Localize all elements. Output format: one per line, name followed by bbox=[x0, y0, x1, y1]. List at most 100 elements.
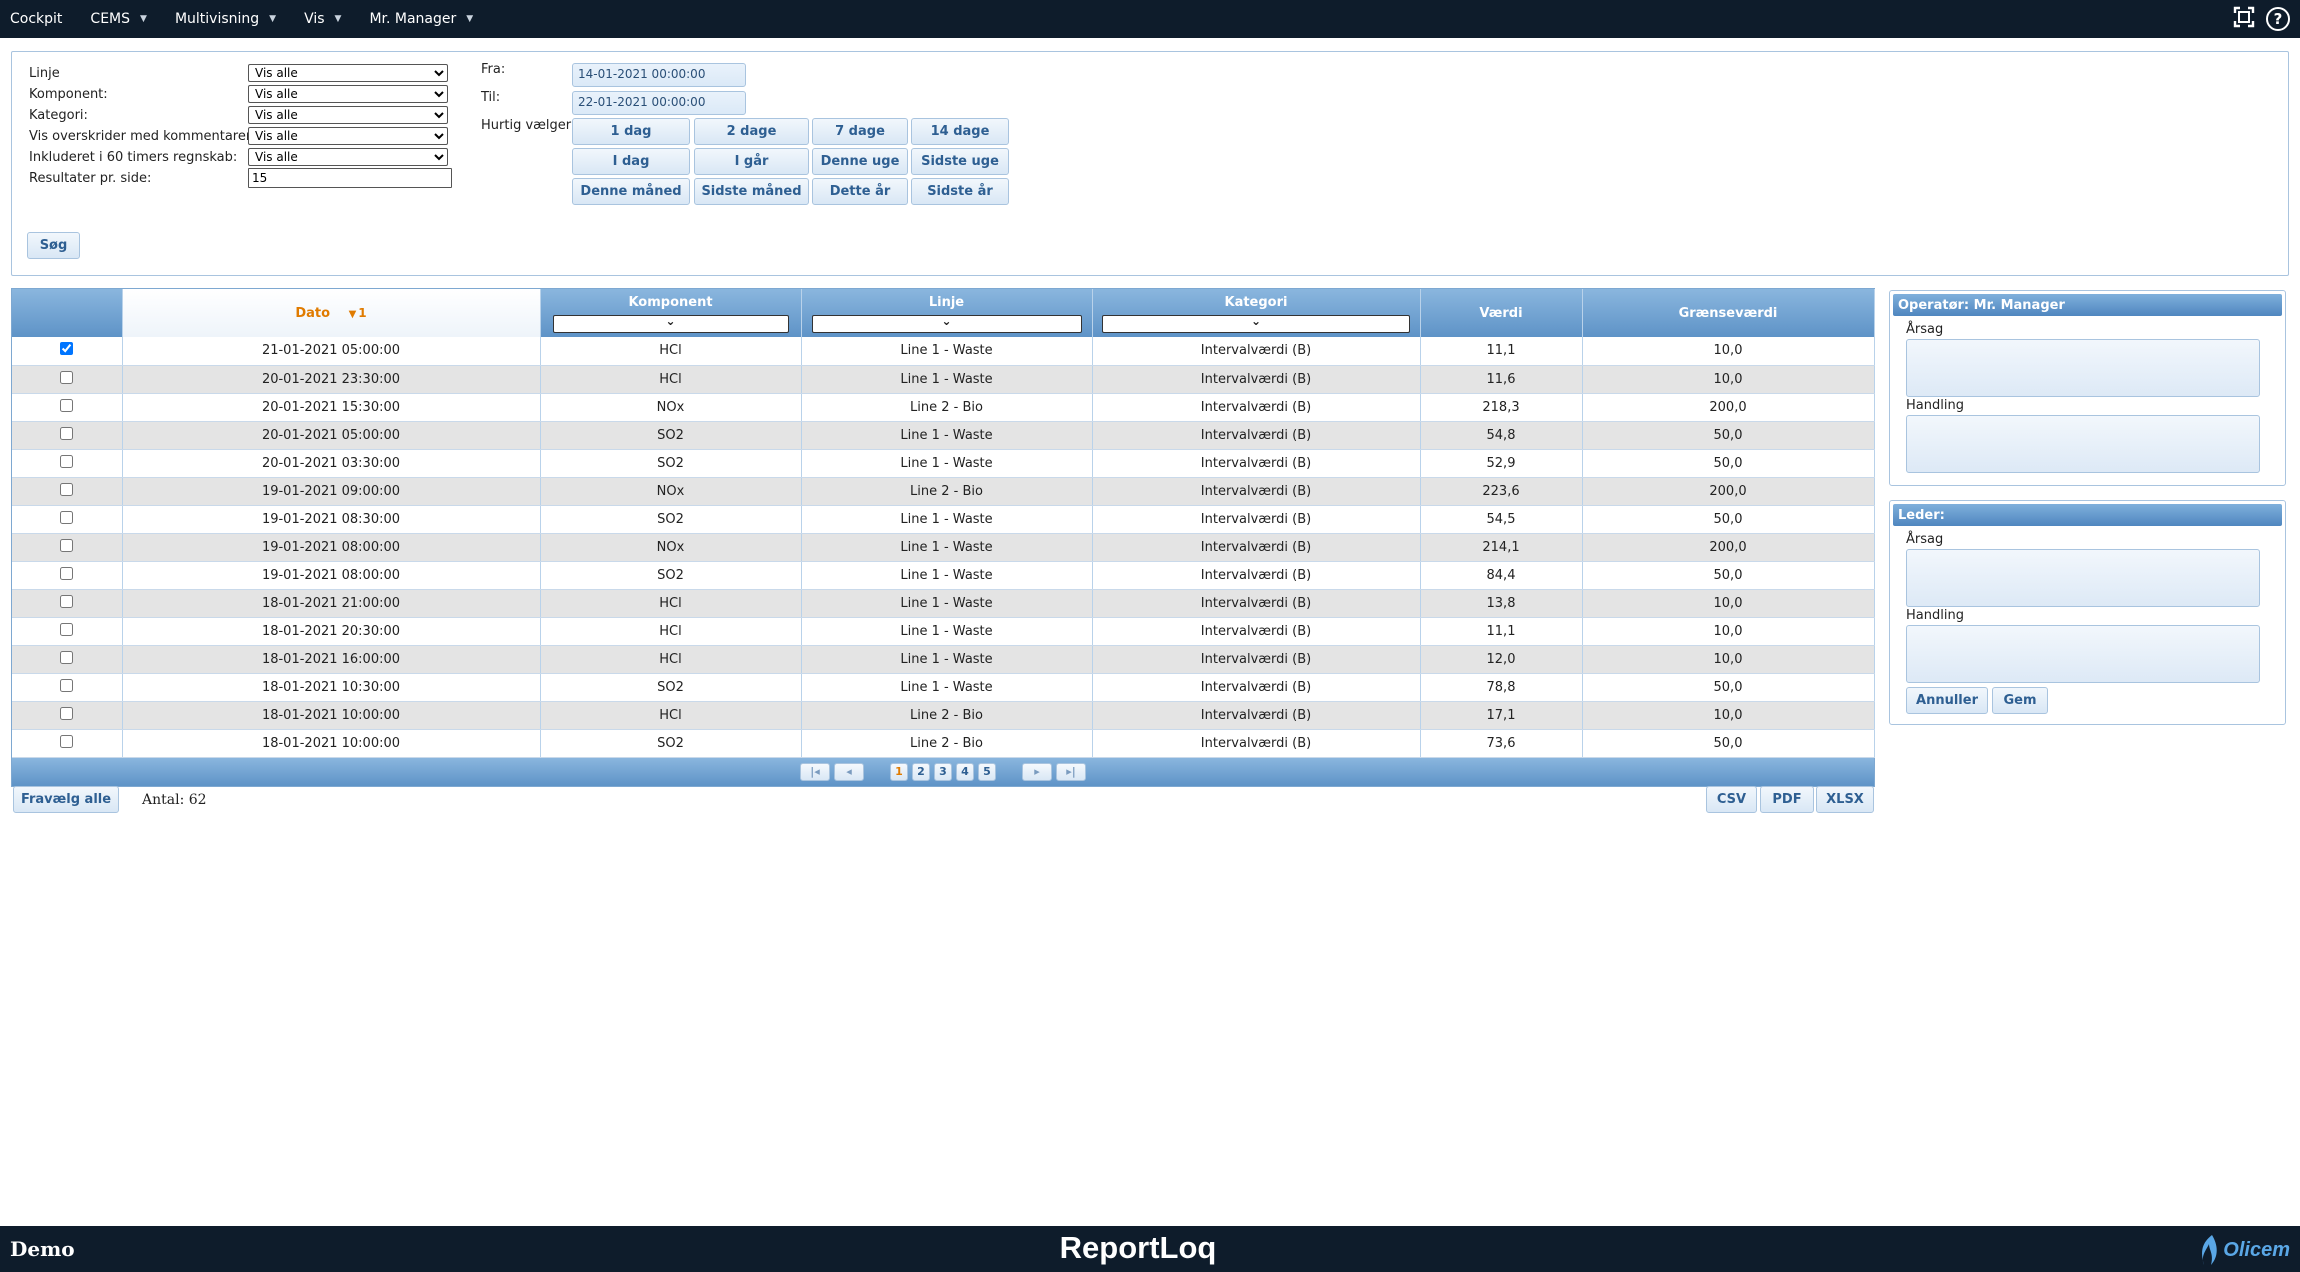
menu-item-multivisning[interactable]: Multivisning ▼ bbox=[175, 11, 276, 27]
cell-line: Line 2 - Bio bbox=[801, 477, 1093, 506]
menu-item-vis[interactable]: Vis ▼ bbox=[304, 11, 341, 27]
row-select-checkbox[interactable] bbox=[60, 678, 74, 692]
page-button[interactable]: 4 bbox=[956, 762, 974, 781]
table-row[interactable]: 18-01-2021 10:00:00 HCl Line 2 - Bio Interv… bbox=[12, 701, 1875, 730]
menu-item-cockpit[interactable]: Cockpit bbox=[10, 11, 62, 27]
cell-date: 20-01-2021 03:30:00 bbox=[122, 449, 541, 478]
next-page-icon[interactable]: ▸ bbox=[1022, 762, 1052, 781]
cell-date: 18-01-2021 10:30:00 bbox=[122, 673, 541, 702]
export-xlsx-button[interactable]: XLSX bbox=[1816, 786, 1874, 813]
quick-select-denne-uge[interactable]: Denne uge bbox=[812, 148, 908, 175]
row-select-checkbox[interactable] bbox=[60, 482, 74, 496]
row-select-checkbox[interactable] bbox=[60, 454, 74, 468]
menu-item-cems[interactable]: CEMS ▼ bbox=[90, 11, 147, 27]
quick-select-i-går[interactable]: I går bbox=[694, 148, 809, 175]
results-per-page-input[interactable] bbox=[248, 168, 452, 188]
quick-select-2-dage[interactable]: 2 dage bbox=[694, 118, 809, 145]
table-row[interactable]: 18-01-2021 20:30:00 HCl Line 1 - Waste Inte… bbox=[12, 617, 1875, 646]
row-select-checkbox[interactable] bbox=[60, 538, 74, 552]
cell-line: Line 1 - Waste bbox=[801, 645, 1093, 674]
graense-column-header[interactable]: Grænseværdi bbox=[1582, 289, 1875, 337]
table-row[interactable]: 18-01-2021 21:00:00 HCl Line 1 - Waste Inte… bbox=[12, 589, 1875, 618]
quick-select-i-dag[interactable]: I dag bbox=[572, 148, 690, 175]
kategori-column-filter[interactable]: ⌄ bbox=[1102, 314, 1410, 333]
komponent-column-filter[interactable]: ⌄ bbox=[552, 314, 789, 333]
row-select-checkbox[interactable] bbox=[60, 706, 74, 720]
last-page-icon[interactable]: ▸| bbox=[1056, 762, 1086, 781]
leader-action-textarea[interactable] bbox=[1906, 625, 2260, 683]
quick-select-denne-måned[interactable]: Denne måned bbox=[572, 178, 690, 205]
cancel-button[interactable]: Annuller bbox=[1906, 687, 1988, 714]
linje-column-filter[interactable]: ⌄ bbox=[811, 314, 1082, 333]
table-row[interactable]: 19-01-2021 08:30:00 SO2 Line 1 - Waste Inte… bbox=[12, 505, 1875, 534]
kategori-select[interactable]: Vis alle bbox=[248, 106, 448, 124]
kategori-label: Kategori: bbox=[29, 107, 88, 123]
quick-select-sidste-år[interactable]: Sidste år bbox=[911, 178, 1009, 205]
quick-select-sidste-uge[interactable]: Sidste uge bbox=[911, 148, 1009, 175]
row-select-checkbox[interactable] bbox=[60, 510, 74, 524]
table-row[interactable]: 19-01-2021 08:00:00 SO2 Line 1 - Waste Inte… bbox=[12, 561, 1875, 590]
leader-panel-title: Leder: bbox=[1893, 504, 2282, 526]
operator-action-textarea[interactable] bbox=[1906, 415, 2260, 473]
help-icon[interactable]: ? bbox=[2266, 7, 2290, 31]
quick-select-7-dage[interactable]: 7 dage bbox=[812, 118, 908, 145]
cell-line: Line 1 - Waste bbox=[801, 365, 1093, 394]
table-row[interactable]: 20-01-2021 15:30:00 NOx Line 2 - Bio Interv… bbox=[12, 393, 1875, 422]
page-button[interactable]: 5 bbox=[978, 762, 996, 781]
row-select-checkbox[interactable] bbox=[60, 342, 74, 356]
cell-line: Line 1 - Waste bbox=[801, 505, 1093, 534]
cell-line: Line 1 - Waste bbox=[801, 561, 1093, 590]
cell-limit: 10,0 bbox=[1582, 589, 1875, 618]
save-button[interactable]: Gem bbox=[1992, 687, 2048, 714]
row-select-checkbox[interactable] bbox=[60, 398, 74, 412]
table-row[interactable]: 18-01-2021 16:00:00 HCl Line 1 - Waste Inte… bbox=[12, 645, 1875, 674]
company-logo: Olicem bbox=[2198, 1234, 2290, 1266]
operator-reason-textarea[interactable] bbox=[1906, 339, 2260, 397]
menu-item-mr-manager[interactable]: Mr. Manager ▼ bbox=[369, 11, 473, 27]
main-menu: Cockpit CEMS ▼ Multivisning ▼ Vis ▼ Mr. Manager… bbox=[0, 0, 501, 38]
quick-select-1-dag[interactable]: 1 dag bbox=[572, 118, 690, 145]
filter-row-results: Resultater pr. side: bbox=[29, 168, 452, 188]
quick-select-dette-år[interactable]: Dette år bbox=[812, 178, 908, 205]
leader-reason-textarea[interactable] bbox=[1906, 549, 2260, 607]
fullscreen-icon[interactable] bbox=[2232, 5, 2256, 33]
export-pdf-button[interactable]: PDF bbox=[1760, 786, 1814, 813]
row-select-checkbox[interactable] bbox=[60, 650, 74, 664]
table-row[interactable]: 20-01-2021 23:30:00 HCl Line 1 - Waste Inte… bbox=[12, 365, 1875, 394]
page-button[interactable]: 3 bbox=[934, 762, 952, 781]
cell-component: SO2 bbox=[540, 421, 802, 450]
table-row[interactable]: 20-01-2021 03:30:00 SO2 Line 1 - Waste Inte… bbox=[12, 449, 1875, 478]
deselect-all-button[interactable]: Fravælg alle bbox=[13, 786, 119, 813]
komponent-select[interactable]: Vis alle bbox=[248, 85, 448, 103]
first-page-icon[interactable]: |◂ bbox=[800, 762, 830, 781]
row-select-checkbox[interactable] bbox=[60, 370, 74, 384]
table-row[interactable]: 20-01-2021 05:00:00 SO2 Line 1 - Waste Inte… bbox=[12, 421, 1875, 450]
cell-value: 54,8 bbox=[1420, 421, 1583, 450]
row-select-checkbox[interactable] bbox=[60, 426, 74, 440]
quick-select-sidste-måned[interactable]: Sidste måned bbox=[694, 178, 809, 205]
fra-date-input[interactable]: 14-01-2021 00:00:00 bbox=[572, 63, 746, 87]
export-csv-button[interactable]: CSV bbox=[1706, 786, 1757, 813]
table-row[interactable]: 18-01-2021 10:30:00 SO2 Line 1 - Waste Inte… bbox=[12, 673, 1875, 702]
page-button[interactable]: 1 bbox=[890, 762, 908, 781]
row-select-cell bbox=[12, 337, 123, 366]
vaerdi-column-header[interactable]: Værdi bbox=[1420, 289, 1583, 337]
row-select-checkbox[interactable] bbox=[60, 734, 74, 748]
table-row[interactable]: 21-01-2021 05:00:00 HCl Line 1 - Waste Inte… bbox=[12, 337, 1875, 366]
dato-column-header[interactable]: Dato ▼ 1 bbox=[122, 289, 541, 337]
linje-select[interactable]: Vis alle bbox=[248, 64, 448, 82]
table-row[interactable]: 18-01-2021 10:00:00 SO2 Line 2 - Bio Interv… bbox=[12, 729, 1875, 758]
table-row[interactable]: 19-01-2021 08:00:00 NOx Line 1 - Waste Inte… bbox=[12, 533, 1875, 562]
row-select-checkbox[interactable] bbox=[60, 622, 74, 636]
regnskab-select[interactable]: Vis alle bbox=[248, 148, 448, 166]
row-select-checkbox[interactable] bbox=[60, 566, 74, 580]
row-select-checkbox[interactable] bbox=[60, 594, 74, 608]
row-select-cell bbox=[12, 365, 123, 394]
til-date-input[interactable]: 22-01-2021 00:00:00 bbox=[572, 91, 746, 115]
prev-page-icon[interactable]: ◂ bbox=[834, 762, 864, 781]
search-button[interactable]: Søg bbox=[27, 232, 80, 259]
overskrider-select[interactable]: Vis alle bbox=[248, 127, 448, 145]
page-button[interactable]: 2 bbox=[912, 762, 930, 781]
table-row[interactable]: 19-01-2021 09:00:00 NOx Line 2 - Bio Interv… bbox=[12, 477, 1875, 506]
quick-select-14-dage[interactable]: 14 dage bbox=[911, 118, 1009, 145]
